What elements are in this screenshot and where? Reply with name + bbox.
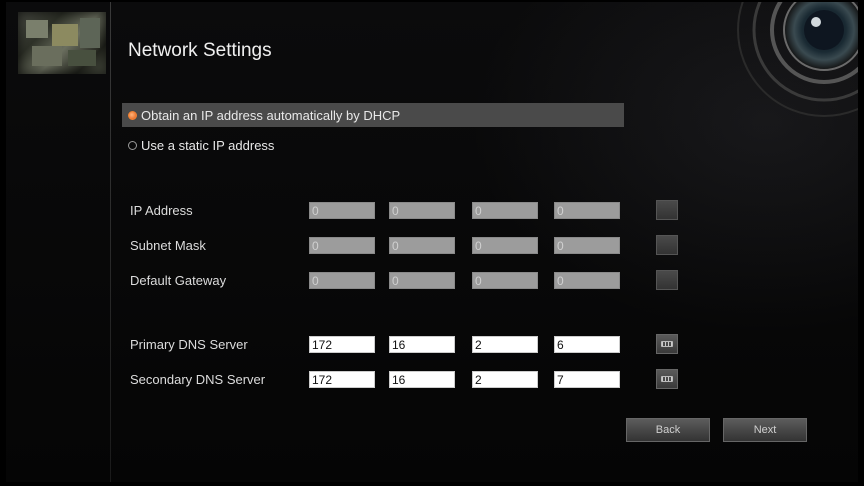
default-gateway-label: Default Gateway bbox=[130, 273, 227, 288]
secondary-dns-octet-1[interactable] bbox=[309, 371, 375, 388]
secondary-dns-label: Secondary DNS Server bbox=[130, 372, 266, 387]
secondary-dns-octet-3[interactable] bbox=[472, 371, 538, 388]
static-ip-option[interactable]: Use a static IP address bbox=[122, 133, 624, 157]
secondary-dns-octet-2[interactable] bbox=[389, 371, 455, 388]
next-button[interactable]: Next bbox=[723, 418, 807, 442]
page-title: Network Settings bbox=[128, 40, 272, 61]
primary-dns-label: Primary DNS Server bbox=[130, 337, 248, 352]
ip-address-label: IP Address bbox=[130, 203, 193, 218]
default-gateway-octet-4[interactable] bbox=[554, 272, 620, 289]
primary-dns-octet-3[interactable] bbox=[472, 336, 538, 353]
keyboard-icon bbox=[661, 341, 673, 347]
subnet-mask-label: Subnet Mask bbox=[130, 238, 206, 253]
primary-dns-octet-4[interactable] bbox=[554, 336, 620, 353]
secondary-dns-keyboard-button[interactable] bbox=[656, 369, 678, 389]
subnet-mask-octet-4[interactable] bbox=[554, 237, 620, 254]
default-gateway-octet-2[interactable] bbox=[389, 272, 455, 289]
dhcp-option-label: Obtain an IP address automatically by DH… bbox=[141, 107, 401, 123]
primary-dns-octet-1[interactable] bbox=[309, 336, 375, 353]
default-gateway-octet-1[interactable] bbox=[309, 272, 375, 289]
keyboard-icon bbox=[661, 376, 673, 382]
back-button[interactable]: Back bbox=[626, 418, 710, 442]
ip-address-octet-2[interactable] bbox=[389, 202, 455, 219]
static-ip-option-label: Use a static IP address bbox=[141, 137, 275, 153]
subnet-mask-octet-1[interactable] bbox=[309, 237, 375, 254]
ip-address-octet-1[interactable] bbox=[309, 202, 375, 219]
ip-address-keyboard-button[interactable] bbox=[656, 200, 678, 220]
radio-unselected-icon[interactable] bbox=[128, 140, 137, 150]
primary-dns-keyboard-button[interactable] bbox=[656, 334, 678, 354]
secondary-dns-octet-4[interactable] bbox=[554, 371, 620, 388]
sidebar-divider bbox=[110, 2, 111, 482]
ip-address-octet-3[interactable] bbox=[472, 202, 538, 219]
subnet-mask-keyboard-button[interactable] bbox=[656, 235, 678, 255]
subnet-mask-octet-2[interactable] bbox=[389, 237, 455, 254]
radio-selected-icon[interactable] bbox=[128, 110, 137, 120]
default-gateway-octet-3[interactable] bbox=[472, 272, 538, 289]
primary-dns-octet-2[interactable] bbox=[389, 336, 455, 353]
dhcp-option[interactable]: Obtain an IP address automatically by DH… bbox=[122, 103, 624, 127]
default-gateway-keyboard-button[interactable] bbox=[656, 270, 678, 290]
ip-address-octet-4[interactable] bbox=[554, 202, 620, 219]
camera-lens-icon bbox=[737, 2, 858, 117]
camera-thumbnail-logo bbox=[18, 12, 106, 74]
subnet-mask-octet-3[interactable] bbox=[472, 237, 538, 254]
